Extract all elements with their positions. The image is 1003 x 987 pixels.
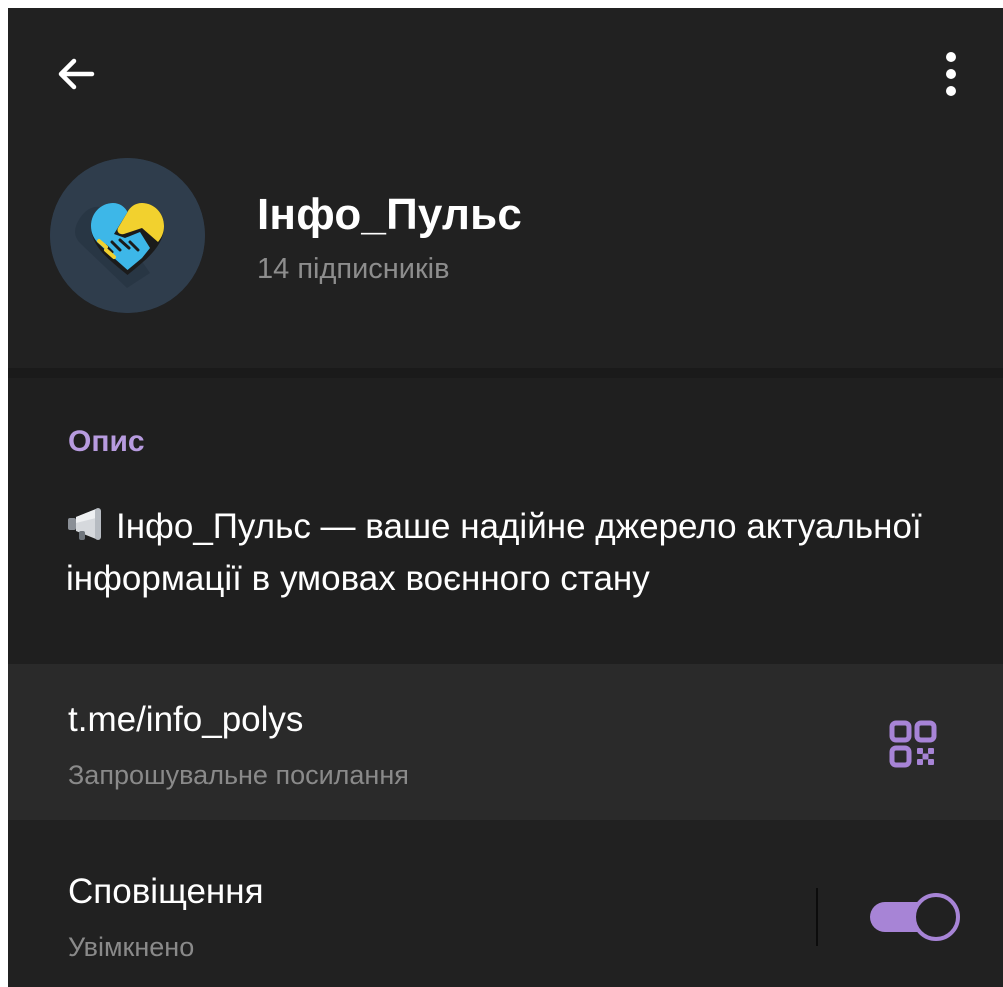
qr-code-icon[interactable] [889,720,937,768]
row-divider [816,888,818,946]
section-divider [8,368,1003,378]
back-button[interactable] [48,46,104,102]
channel-avatar[interactable] [50,158,205,313]
arrow-left-icon[interactable] [52,50,100,98]
toggle-knob [912,893,960,941]
notifications-row[interactable]: Сповіщення Увімкнено [8,820,1003,987]
invite-link-label: Запрошувальне посилання [68,760,409,790]
description-body[interactable]: Інфо_Пульс — ваше надійне джерело актуал… [66,503,946,603]
channel-name: Інфо_Пульс [257,190,523,239]
invite-link-url[interactable]: t.me/info_polys [68,700,303,740]
invite-link-row[interactable]: t.me/info_polys Запрошувальне посилання [8,664,1003,820]
notifications-status: Увімкнено [68,932,195,962]
qr-code-button[interactable] [883,714,943,774]
notifications-title: Сповіщення [68,872,264,911]
heart-handshake-icon [50,158,205,313]
description-title: Опис [68,425,145,458]
profile-header: Інфо_Пульс 14 підписників [8,8,1003,368]
megaphone-icon [66,506,110,555]
subscriber-count: 14 підписників [257,253,450,285]
notifications-toggle[interactable] [868,890,960,942]
description-text: Інфо_Пульс — ваше надійне джерело актуал… [66,507,922,598]
channel-info-screen: Інфо_Пульс 14 підписників Опис Інфо_Пуль… [8,8,1003,987]
more-vertical-icon[interactable] [941,49,961,99]
more-options-button[interactable] [923,46,979,102]
